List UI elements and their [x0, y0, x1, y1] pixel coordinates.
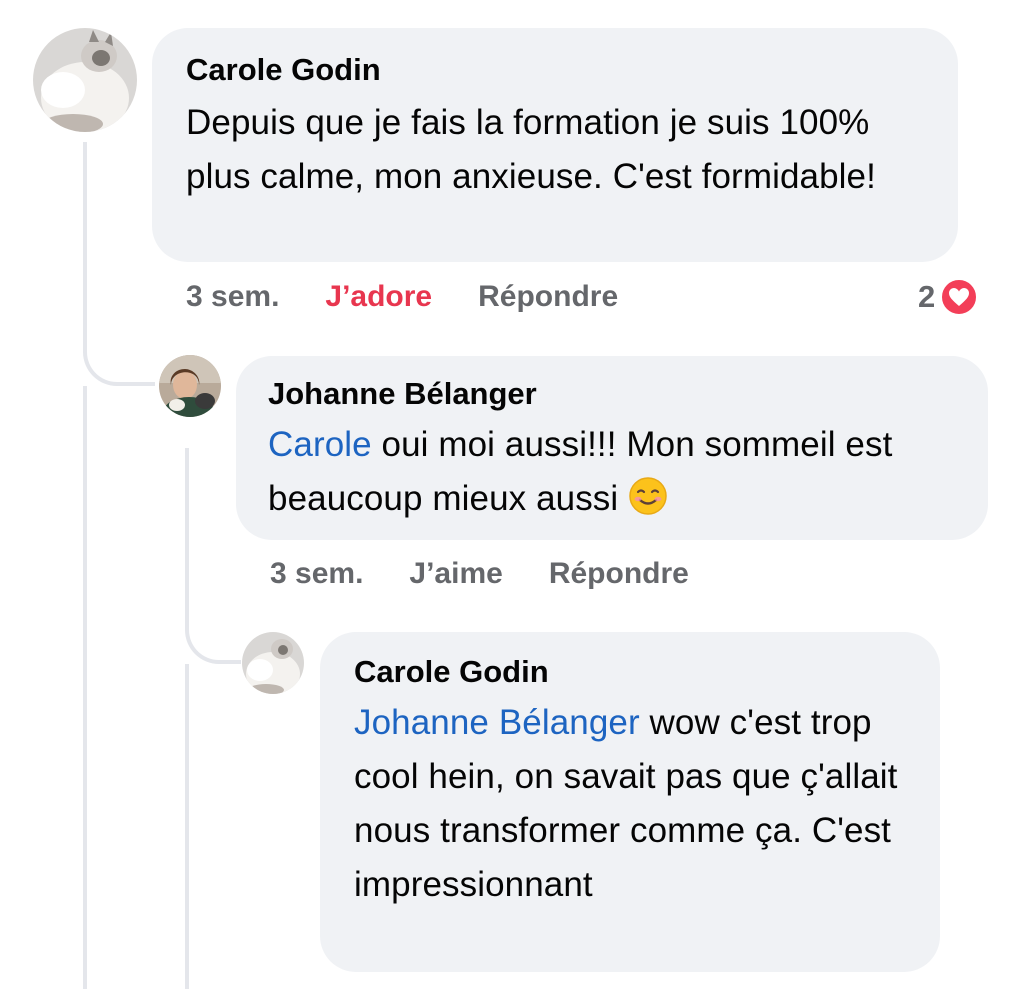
comment-text: Depuis que je fais la formation je suis … [186, 103, 876, 196]
avatar[interactable] [242, 632, 304, 694]
reply-button[interactable]: Répondre [549, 557, 689, 591]
thread-line-nested [185, 448, 189, 618]
comment-actions: 3 sem. J’adore Répondre [186, 277, 618, 317]
mention-link[interactable]: Carole [268, 425, 372, 464]
comment-timestamp[interactable]: 3 sem. [270, 557, 363, 591]
comment-actions: 3 sem. J’aime Répondre [270, 554, 689, 594]
avatar[interactable] [159, 355, 221, 417]
reaction-count: 2 [918, 279, 936, 314]
comment-text: Johanne Bélanger wow c'est trop cool hei… [354, 703, 898, 904]
comment-bubble: Carole Godin Johanne Bélanger wow c'est … [320, 632, 940, 972]
smiling-face-icon [628, 476, 668, 532]
comment-thread: Carole Godin Depuis que je fais la forma… [0, 0, 1024, 989]
thread-line-continue [83, 386, 87, 989]
reaction-summary[interactable]: 2 [918, 276, 980, 318]
comment-author[interactable]: Carole Godin [354, 654, 906, 690]
love-button[interactable]: J’adore [325, 280, 432, 314]
comment-author[interactable]: Johanne Bélanger [268, 376, 956, 412]
comment-bubble: Johanne Bélanger Carole oui moi aussi!!!… [236, 356, 988, 540]
mention-link[interactable]: Johanne Bélanger [354, 703, 640, 742]
like-button[interactable]: J’aime [409, 557, 502, 591]
reply-button[interactable]: Répondre [478, 280, 618, 314]
heart-icon [939, 277, 980, 317]
avatar[interactable] [33, 28, 137, 132]
comment-author[interactable]: Carole Godin [186, 52, 924, 88]
comment-bubble: Carole Godin Depuis que je fais la forma… [152, 28, 958, 262]
comment-text: Carole oui moi aussi!!! Mon sommeil est … [268, 418, 956, 532]
thread-connector-reply-1 [83, 330, 155, 386]
thread-line-main [83, 142, 87, 332]
thread-connector-reply-2 [185, 616, 241, 664]
comment-timestamp[interactable]: 3 sem. [186, 280, 279, 314]
thread-line-nested-continue [185, 664, 189, 989]
